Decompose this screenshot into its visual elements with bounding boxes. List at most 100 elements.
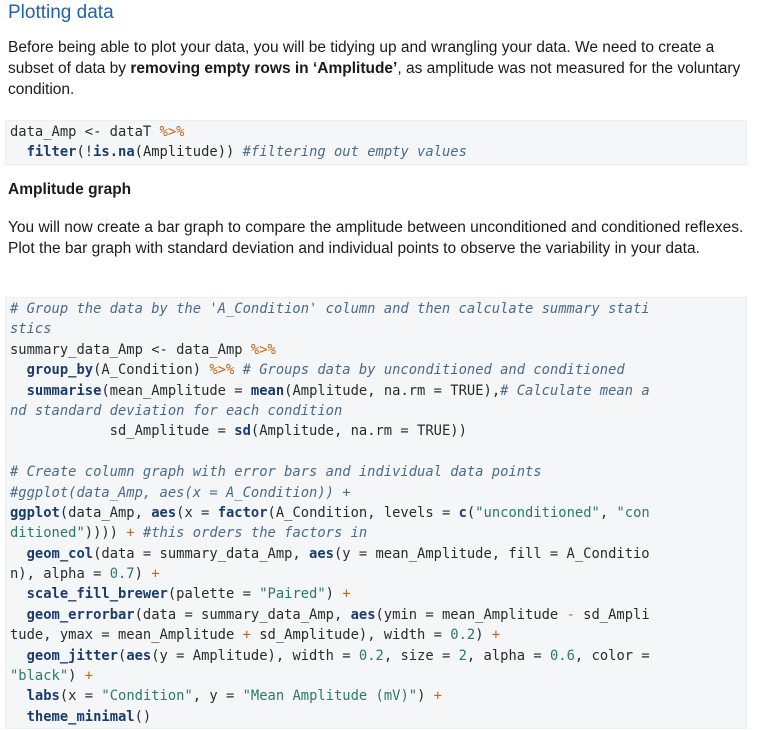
code-token: , y = — [192, 688, 243, 705]
code-token: stics — [10, 321, 52, 338]
code-token: sd_Amplitude), width = — [250, 627, 451, 644]
code-line: geom_errorbar(data = summary_data_Amp, a… — [10, 605, 742, 625]
code-token: tude, ymax = mean_Amplitude — [10, 627, 243, 644]
code-line: ditioned")))) + #this orders the factors… — [10, 523, 742, 543]
code-line: data_Amp <- dataT %>% — [10, 122, 742, 142]
code-line: geom_jitter(aes(y = Amplitude), width = … — [10, 646, 742, 666]
code-token: + — [118, 525, 135, 542]
code-token: (y = mean_Amplitude, fill = A_Conditio — [333, 545, 650, 562]
code-token: + — [242, 627, 251, 644]
code-line: theme_minimal() — [10, 707, 742, 727]
code-token: + — [333, 586, 351, 603]
code-line: "black") + — [10, 666, 742, 686]
code-token: (ymin = mean_Amplitude — [375, 606, 567, 623]
code-token: + — [483, 627, 501, 644]
code-block-ggplot: # Group the data by the 'A_Condition' co… — [5, 297, 747, 730]
code-token: #filtering out empty values — [242, 144, 467, 161]
code-token: (! — [76, 144, 94, 161]
code-token: 0.6 — [549, 647, 575, 664]
code-token: (A_Condition) — [93, 362, 210, 379]
code-line: #ggplot(data_Amp, aes(x = A_Condition)) … — [10, 483, 742, 503]
code-token: summarise — [26, 382, 102, 399]
code-token: 2 — [458, 647, 467, 664]
code-token: )))) — [84, 525, 118, 542]
code-token: summary_data_Amp <- data_Amp — [10, 341, 251, 358]
code-token: "con — [616, 504, 650, 521]
code-token: (Amplitude, na.rm = TRUE)) — [250, 423, 467, 440]
code-token: labs — [26, 688, 60, 705]
code-token: () — [134, 708, 152, 725]
code-line: ggplot(data_Amp, aes(x = factor(A_Condit… — [10, 503, 742, 523]
code-token: (Amplitude)) — [134, 144, 243, 161]
code-line: # Group the data by the 'A_Condition' co… — [10, 299, 742, 319]
code-token: (data = summary_data_Amp, — [134, 606, 351, 623]
code-token: aes — [350, 606, 376, 623]
code-token: sd_Amplitude = — [10, 423, 235, 440]
code-token: aes — [126, 647, 152, 664]
code-line: n), alpha = 0.7) + — [10, 564, 742, 584]
code-token: , color = — [574, 647, 650, 664]
code-token: - — [566, 606, 575, 623]
page-heading: Plotting data — [8, 2, 114, 23]
code-token: (x = — [176, 504, 218, 521]
code-token: geom_jitter — [26, 647, 118, 664]
code-token: aes — [151, 504, 177, 521]
code-token: ) — [325, 586, 334, 603]
code-token: # Calculate mean a — [500, 382, 650, 399]
code-token: (A_Condition, levels = — [267, 504, 459, 521]
intro-paragraph: Before being able to plot your data, you… — [8, 37, 748, 100]
code-line: labs(x = "Condition", y = "Mean Amplitud… — [10, 686, 742, 706]
code-token: ) — [475, 627, 484, 644]
code-token: 0.2 — [358, 647, 384, 664]
code-token: c — [458, 504, 467, 521]
code-token: + — [425, 688, 442, 705]
code-token: theme_minimal — [26, 708, 135, 725]
code-token: # Group the data by the 'A_Condition' co… — [10, 301, 650, 317]
code-token: sd_Ampli — [574, 606, 650, 623]
code-token: data_Amp <- dataT — [10, 124, 160, 140]
code-token: ) — [134, 566, 143, 583]
code-line: summary_data_Amp <- data_Amp %>% — [10, 340, 742, 360]
code-line: # Create column graph with error bars an… — [10, 462, 742, 482]
code-token: (Amplitude, na.rm = TRUE), — [284, 382, 501, 399]
code-block-filter: data_Amp <- dataT %>% filter(!is.na(Ampl… — [5, 120, 747, 165]
code-token: #this orders the factors in — [142, 525, 368, 542]
code-token: filter — [26, 144, 77, 161]
code-token: (palette = — [167, 586, 260, 603]
code-line: scale_fill_brewer(palette = "Paired") + — [10, 584, 742, 604]
code-token: , alpha = — [466, 647, 550, 664]
code-line: nd standard deviation for each condition — [10, 401, 742, 421]
code-token: # Create column graph with error bars an… — [10, 464, 542, 481]
code-token: "Condition" — [101, 688, 193, 705]
code-token: ( — [466, 504, 476, 521]
code-token: , size = — [383, 647, 459, 664]
code-token: is.na — [93, 144, 135, 161]
code-token: #ggplot(data_Amp, aes(x = A_Condition)) … — [10, 484, 351, 501]
code-token: %>% — [159, 124, 185, 140]
code-token: (y = Amplitude), width = — [151, 647, 359, 664]
code-line: tude, ymax = mean_Amplitude + sd_Amplitu… — [10, 625, 742, 645]
code-line: filter(!is.na(Amplitude)) #filtering out… — [10, 142, 742, 162]
code-token: group_by — [26, 362, 94, 379]
code-token: + — [142, 566, 160, 583]
code-token: (mean_Amplitude = — [101, 382, 251, 399]
code-token: 0.7 — [109, 566, 135, 583]
code-token: ggplot — [10, 504, 60, 521]
code-token: scale_fill_brewer — [26, 586, 168, 603]
code-token: (x = — [59, 688, 102, 705]
code-token: # Groups data by unconditioned and condi… — [242, 362, 625, 379]
code-token: + — [76, 668, 94, 685]
code-token: , — [599, 504, 617, 521]
